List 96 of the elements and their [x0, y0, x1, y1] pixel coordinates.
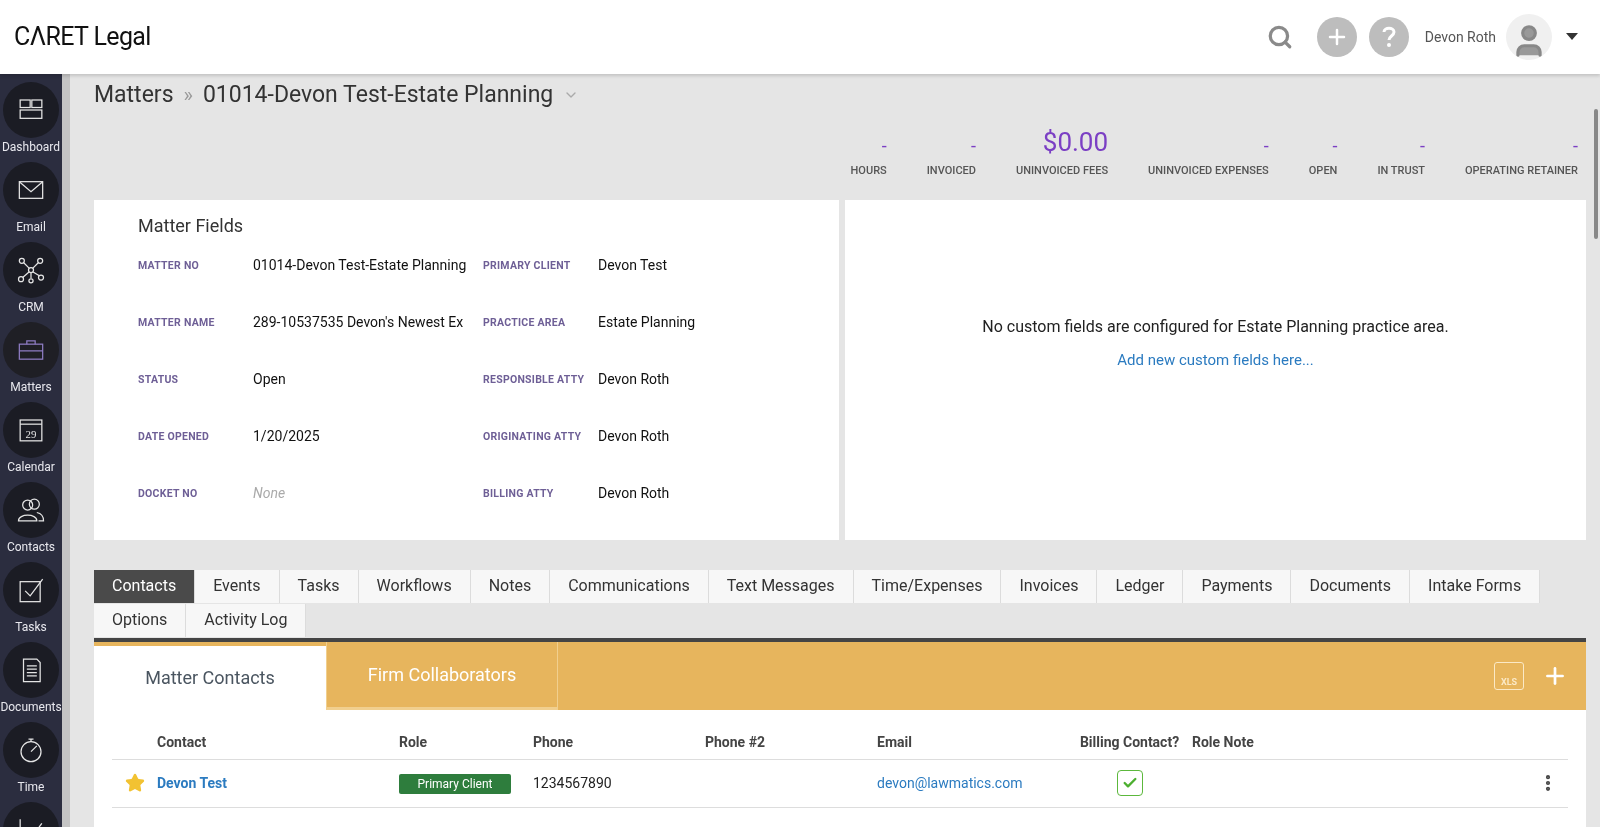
breadcrumb-separator: »: [183, 81, 193, 109]
page-title: 01014-Devon Test-Estate Planning: [202, 79, 554, 110]
sidebar-label: Contacts: [6, 539, 56, 555]
sidebar-item[interactable]: [3, 482, 59, 538]
summary-value: -: [1263, 137, 1269, 155]
field-value: Devon Roth: [598, 427, 671, 445]
sidebar-label: Dashboard: [1, 139, 60, 155]
field-label: DOCKET NO: [138, 485, 199, 502]
field-label: MATTER NO: [138, 257, 201, 274]
field-label: PRACTICE AREA: [483, 314, 567, 331]
sidebar-label: Matters: [10, 379, 52, 395]
add-custom-fields-link[interactable]: Add new custom fields here...: [1117, 348, 1314, 371]
sidebar-item[interactable]: 29: [3, 402, 59, 458]
column-header: Phone #2: [705, 732, 766, 752]
field-label: STATUS: [138, 371, 180, 388]
field-value: 289-10537535 Devon's Newest Ex: [253, 313, 465, 331]
field-value: Devon Test: [598, 256, 669, 274]
tab[interactable]: Time/Expenses: [853, 569, 1002, 603]
column-header: Billing Contact?: [1078, 732, 1181, 752]
column-header: Phone: [533, 732, 575, 752]
summary-label: IN TRUST: [1377, 163, 1425, 179]
tab[interactable]: Events: [195, 569, 280, 603]
field-label: BILLING ATTY: [483, 485, 555, 502]
summary-label: OPERATING RETAINER: [1465, 163, 1578, 179]
summary-label: HOURS: [850, 163, 887, 179]
tab[interactable]: Invoices: [1001, 569, 1098, 603]
role-badge: Primary Client: [399, 774, 511, 795]
tab[interactable]: Payments: [1183, 569, 1292, 603]
field-label: DATE OPENED: [138, 428, 211, 445]
sidebar-label: CRM: [18, 299, 44, 315]
field-value: Estate Planning: [598, 313, 697, 331]
tab[interactable]: Communications: [550, 569, 709, 603]
summary-label: INVOICED: [926, 163, 976, 179]
search-icon[interactable]: [1266, 24, 1293, 50]
avatar[interactable]: [1506, 14, 1552, 60]
summary-label: UNINVOICED EXPENSES: [1148, 163, 1269, 179]
field-label: PRIMARY CLIENT: [483, 257, 572, 274]
email-link[interactable]: devon@lawmatics.com: [877, 772, 1067, 794]
sidebar-item[interactable]: [3, 242, 59, 298]
summary-value: -: [1332, 137, 1338, 155]
summary-value: -: [971, 137, 976, 155]
field-value: 1/20/2025: [253, 427, 321, 445]
tab[interactable]: Options: [94, 603, 187, 637]
field-value: 01014-Devon Test-Estate Planning: [253, 256, 468, 274]
help-button[interactable]: [1368, 17, 1409, 57]
dropdown-caret-icon[interactable]: [1566, 33, 1578, 41]
logo: CΛRET Legal: [14, 21, 151, 54]
add-button[interactable]: [1316, 17, 1357, 57]
tab[interactable]: Documents: [1291, 569, 1411, 603]
tab[interactable]: Contacts: [94, 569, 196, 603]
sidebar-item[interactable]: [3, 642, 59, 698]
field-value: Devon Roth: [598, 484, 671, 502]
sidebar-label: Documents: [0, 699, 62, 715]
tab[interactable]: Tasks: [279, 569, 359, 603]
sidebar-label: Time: [17, 779, 45, 795]
summary-value: -: [1573, 137, 1578, 155]
field-label: RESPONSIBLE ATTY: [483, 371, 586, 388]
tab[interactable]: Workflows: [358, 569, 471, 603]
sidebar-item[interactable]: [3, 562, 59, 618]
tab[interactable]: Ledger: [1097, 569, 1184, 603]
summary-value: -: [1420, 137, 1425, 155]
sidebar-item[interactable]: [3, 722, 59, 778]
summary-label: OPEN: [1308, 163, 1338, 179]
column-header: Role Note: [1192, 732, 1255, 752]
column-header: Email: [877, 732, 913, 752]
tab[interactable]: Activity Log: [186, 603, 307, 637]
tab[interactable]: Text Messages: [708, 569, 854, 603]
field-value: Open: [253, 370, 287, 388]
field-label: MATTER NAME: [138, 314, 216, 331]
scrollbar-thumb[interactable]: [1594, 109, 1598, 239]
user-name: Devon Roth: [1424, 27, 1496, 47]
tab[interactable]: Notes: [470, 569, 551, 603]
column-header: Contact: [157, 732, 208, 752]
sidebar-label: Calendar: [7, 459, 55, 475]
star-icon[interactable]: [124, 773, 145, 794]
field-value: None: [253, 484, 287, 502]
tab[interactable]: Intake Forms: [1410, 569, 1541, 603]
contact-link[interactable]: Devon Test: [157, 772, 399, 794]
table-cell-text: 1234567890: [533, 773, 613, 793]
sidebar-label: Tasks: [15, 619, 47, 635]
card-title: Matter Fields: [138, 213, 245, 238]
empty-message: No custom fields are configured for Estate Planning practice area.: [982, 315, 1449, 338]
sidebar-item[interactable]: [3, 162, 59, 218]
question-mark-icon: [1380, 26, 1397, 48]
summary-value: -: [881, 137, 887, 155]
subtab[interactable]: Matter Contacts: [94, 645, 326, 710]
network-icon: [16, 255, 46, 285]
summary-label: UNINVOICED FEES: [1015, 163, 1109, 179]
breadcrumb-link[interactable]: Matters: [94, 77, 174, 113]
column-header: Role: [399, 732, 429, 752]
sidebar-label: Email: [16, 219, 46, 235]
checkbox[interactable]: [1116, 770, 1143, 797]
field-value: Devon Roth: [598, 370, 671, 388]
sidebar-item[interactable]: [3, 82, 59, 138]
field-label: ORIGINATING ATTY: [483, 428, 583, 445]
summary-value: $0.00: [1042, 129, 1109, 155]
